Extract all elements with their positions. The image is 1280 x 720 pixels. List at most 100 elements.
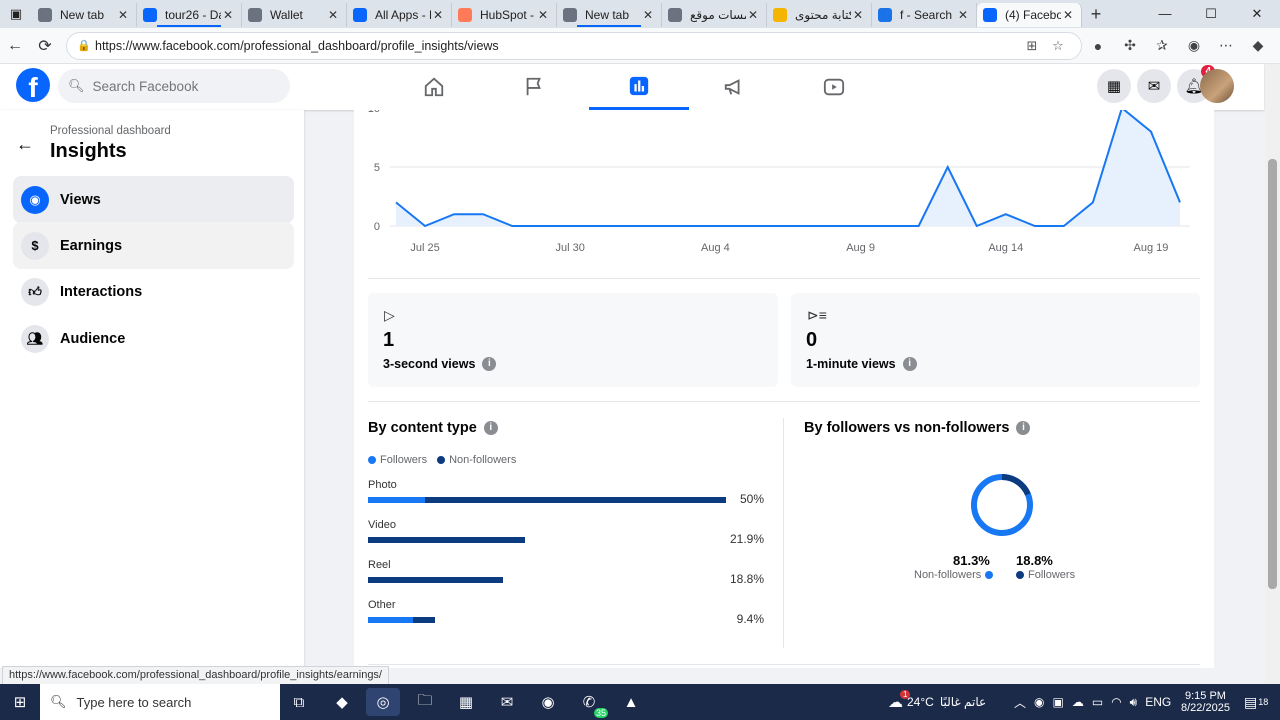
battery-icon[interactable]: ▭ bbox=[1092, 695, 1103, 709]
nav-ads-megaphone-icon[interactable] bbox=[684, 64, 784, 110]
nav-video-icon[interactable] bbox=[784, 64, 884, 110]
favorites-icon[interactable]: ✰ bbox=[1146, 37, 1178, 54]
browser-tab[interactable]: HubSpot - A✕ bbox=[452, 3, 557, 27]
more-menu-icon[interactable]: ⋯ bbox=[1210, 37, 1242, 54]
browser-tab[interactable]: All Apps - M✕ bbox=[347, 3, 452, 27]
browser-tab[interactable]: (4) Facebook✕ bbox=[977, 3, 1082, 27]
close-tab-icon[interactable]: ✕ bbox=[851, 8, 865, 22]
facebook-search[interactable]: 🔍︎ bbox=[58, 69, 290, 103]
close-tab-icon[interactable]: ✕ bbox=[431, 8, 445, 22]
url-text[interactable]: https://www.facebook.com/professional_da… bbox=[95, 39, 1019, 53]
outlook-icon[interactable]: ✉ bbox=[490, 688, 524, 716]
sidebar-item-views[interactable]: ◉ Views bbox=[13, 176, 294, 223]
close-tab-icon[interactable]: ✕ bbox=[746, 8, 760, 22]
facebook-logo-icon[interactable]: f bbox=[16, 68, 50, 102]
bar-non-followers-segment bbox=[368, 537, 525, 543]
card-3-second-views: ▷ 1 3-second views i bbox=[368, 293, 778, 387]
search-highlight-icon[interactable]: ✿ bbox=[228, 686, 262, 714]
weather-widget[interactable]: ☁ 1 24°C عاتم غالبًا bbox=[888, 684, 986, 720]
card-value: 1 bbox=[383, 329, 395, 351]
non-followers-legend: Non-followers bbox=[914, 569, 997, 581]
meet-icon[interactable]: ▣ bbox=[1053, 695, 1064, 709]
close-tab-icon[interactable]: ✕ bbox=[536, 8, 550, 22]
info-icon[interactable]: i bbox=[902, 357, 917, 371]
clock[interactable]: 9:15 PM 8/22/2025 bbox=[1181, 684, 1230, 720]
search-icon bbox=[668, 8, 682, 22]
edge-icon[interactable]: ◎ bbox=[366, 688, 400, 716]
info-icon[interactable]: i bbox=[483, 421, 498, 435]
file-explorer-icon[interactable]: 🗀 bbox=[408, 688, 442, 716]
browser-tab[interactable]: New tab ✕ bbox=[557, 3, 662, 27]
close-tab-icon[interactable]: ✕ bbox=[221, 8, 235, 22]
legend-non-followers: Non-followers bbox=[449, 454, 517, 466]
nav-insights-icon[interactable] bbox=[589, 64, 689, 110]
nav-pages-flag-icon[interactable] bbox=[484, 64, 584, 110]
x-tick-label: Aug 4 bbox=[701, 242, 730, 254]
address-bar[interactable]: 🔒 https://www.facebook.com/professional_… bbox=[66, 31, 1082, 60]
nav-home-icon[interactable] bbox=[384, 64, 484, 110]
refresh-icon[interactable]: ⟳ bbox=[30, 36, 60, 56]
browser-tab[interactable]: كتابة محتوى ✕ bbox=[767, 3, 872, 27]
lock-icon[interactable]: 🔒 bbox=[77, 39, 95, 52]
content-type-bar bbox=[368, 537, 525, 543]
language-indicator[interactable]: ENG bbox=[1145, 695, 1171, 709]
chrome-icon[interactable]: ◉ bbox=[531, 688, 565, 716]
app-available-icon[interactable]: ⊞ bbox=[1019, 38, 1045, 54]
close-tab-icon[interactable]: ✕ bbox=[641, 8, 655, 22]
close-tab-icon[interactable]: ✕ bbox=[326, 8, 340, 22]
location-icon[interactable]: ◉ bbox=[1034, 695, 1044, 709]
bar-non-followers-segment bbox=[368, 577, 503, 583]
browser-tab[interactable]: f - Search ✕ bbox=[872, 3, 977, 27]
profile-avatar[interactable] bbox=[1200, 69, 1234, 103]
chevron-up-icon[interactable]: ︿ bbox=[1014, 694, 1026, 711]
onedrive-icon[interactable]: ☁ bbox=[1072, 695, 1084, 709]
facebook-search-input[interactable] bbox=[92, 78, 283, 94]
browser-tab[interactable]: Wallet ✕ bbox=[242, 3, 347, 27]
copilot-taskbar-icon[interactable]: ◆ bbox=[325, 688, 359, 716]
browser-tab[interactable]: tour26 - Das✕ bbox=[137, 3, 242, 27]
legend-dot bbox=[368, 456, 376, 464]
clock-date: 8/22/2025 bbox=[1181, 702, 1230, 714]
extension-icon[interactable]: ● bbox=[1082, 38, 1114, 54]
close-tab-icon[interactable]: ✕ bbox=[1061, 8, 1075, 22]
profile-icon[interactable]: ◉ bbox=[1178, 37, 1210, 54]
content-type-label: Video bbox=[368, 519, 396, 531]
back-arrow-icon[interactable]: ← bbox=[16, 134, 34, 155]
info-icon[interactable]: i bbox=[482, 357, 497, 371]
sidebar-item-interactions[interactable]: 👍︎ Interactions bbox=[13, 268, 294, 315]
close-window-icon[interactable]: ✕ bbox=[1234, 6, 1280, 22]
volume-icon[interactable]: 🔊︎ bbox=[1130, 695, 1138, 710]
browser-tab[interactable]: خمسات موقع✕ bbox=[662, 3, 767, 27]
scrollbar-thumb[interactable] bbox=[1268, 159, 1277, 589]
menu-grid-icon[interactable]: ▦ bbox=[1097, 69, 1131, 103]
maximize-icon[interactable]: ☐ bbox=[1188, 6, 1234, 22]
copilot-icon[interactable]: ◆ bbox=[1242, 37, 1274, 54]
messenger-icon[interactable]: ✉ bbox=[1137, 69, 1171, 103]
task-view-icon[interactable]: ⧉ bbox=[282, 688, 316, 716]
windows-start-icon[interactable]: ⊞ bbox=[3, 688, 37, 716]
close-tab-icon[interactable]: ✕ bbox=[956, 8, 970, 22]
page-title: Insights bbox=[50, 140, 127, 162]
favorite-star-icon[interactable]: ☆ bbox=[1045, 38, 1071, 54]
browser-tab[interactable]: New tab ✕ bbox=[32, 3, 137, 27]
microsoft-store-icon[interactable]: ▦ bbox=[449, 688, 483, 716]
info-icon[interactable]: i bbox=[1016, 421, 1031, 435]
extensions-puzzle-icon[interactable]: ✣ bbox=[1114, 37, 1146, 54]
sidebar-item-earnings[interactable]: $ Earnings bbox=[13, 222, 294, 269]
sidebar-item-audience[interactable]: 👥︎ Audience bbox=[13, 315, 294, 362]
back-icon[interactable]: ← bbox=[0, 37, 30, 55]
system-tray: ︿ ◉ ▣ ☁ ▭ ◠ 🔊︎ ENG bbox=[1014, 684, 1171, 720]
wifi-icon[interactable]: ◠ bbox=[1111, 695, 1121, 709]
followers-pct: 18.8% bbox=[1016, 553, 1053, 568]
close-tab-icon[interactable]: ✕ bbox=[116, 8, 130, 22]
whatsapp-icon[interactable]: ✆ 35 bbox=[572, 688, 608, 718]
new-tab-button[interactable]: + bbox=[1082, 4, 1110, 25]
page-scrollbar[interactable] bbox=[1265, 64, 1280, 684]
browser-tab-label: كتابة محتوى bbox=[795, 8, 851, 22]
browser-tab-label: Wallet bbox=[270, 8, 303, 22]
tab-actions-icon[interactable]: ▣ bbox=[0, 0, 32, 28]
notification-center-icon[interactable]: ▤ 18 bbox=[1244, 684, 1268, 720]
photos-icon[interactable]: ▲ bbox=[614, 688, 648, 716]
tab-strip: New tab✕tour26 - Das✕Wallet✕All Apps - M… bbox=[32, 1, 1082, 27]
minimize-icon[interactable]: — bbox=[1142, 6, 1188, 22]
